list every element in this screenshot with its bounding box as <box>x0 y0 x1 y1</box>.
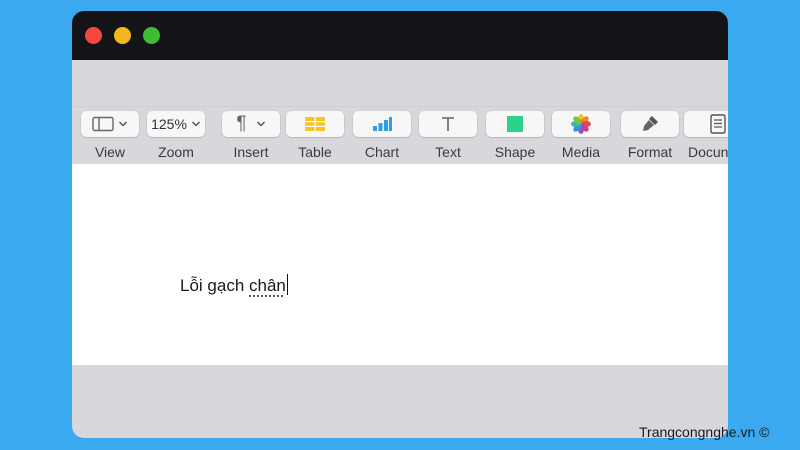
chevron-down-icon <box>118 121 128 127</box>
document-icon <box>710 114 726 134</box>
document-label: Docun <box>688 144 728 160</box>
app-window: View 125% Zoom ¶ Insert Table Chart Text… <box>72 11 728 438</box>
table-button[interactable] <box>286 111 344 137</box>
pilcrow-icon: ¶ <box>236 113 247 134</box>
format-button[interactable] <box>621 111 679 137</box>
toolbar-format[interactable]: Format <box>617 111 683 163</box>
toolbar-document[interactable]: Docun <box>680 111 728 163</box>
minimize-window-button[interactable] <box>114 27 131 44</box>
chevron-down-icon <box>191 121 200 127</box>
toolbar-media[interactable]: Media <box>548 111 614 163</box>
watermark: Trangcongnghe.vn © <box>639 424 770 440</box>
document-button[interactable] <box>684 111 728 137</box>
square-shape-icon <box>507 116 523 132</box>
toolbar: View 125% Zoom ¶ Insert Table Chart Text… <box>72 106 728 167</box>
zoom-value: 125% <box>151 116 187 132</box>
media-button[interactable] <box>552 111 610 137</box>
view-button[interactable] <box>81 111 139 137</box>
text-button[interactable] <box>419 111 477 137</box>
zoom-select[interactable]: 125% <box>147 111 205 137</box>
insert-button[interactable]: ¶ <box>222 111 280 137</box>
photos-flower-icon <box>571 114 591 134</box>
title-bar[interactable] <box>72 11 728 60</box>
chevron-down-icon <box>256 121 265 127</box>
table-icon <box>305 117 325 131</box>
chart-button[interactable] <box>353 111 411 137</box>
text-cursor <box>286 274 288 295</box>
document-canvas[interactable]: Lỗi gạch chân <box>72 164 728 365</box>
misspelled-word[interactable]: chân <box>249 276 286 295</box>
document-text[interactable]: Lỗi gạch chân <box>180 274 288 296</box>
maximize-window-button[interactable] <box>143 27 160 44</box>
zoom-label: Zoom <box>158 144 194 160</box>
shape-button[interactable] <box>486 111 544 137</box>
text-box-icon <box>442 117 454 131</box>
toolbar-zoom[interactable]: 125% Zoom <box>143 111 209 163</box>
view-sidebar-icon <box>92 116 114 132</box>
bar-chart-icon <box>373 117 392 131</box>
close-window-button[interactable] <box>85 27 102 44</box>
document-text-plain: Lỗi gạch <box>180 276 249 295</box>
paintbrush-icon <box>643 116 658 131</box>
